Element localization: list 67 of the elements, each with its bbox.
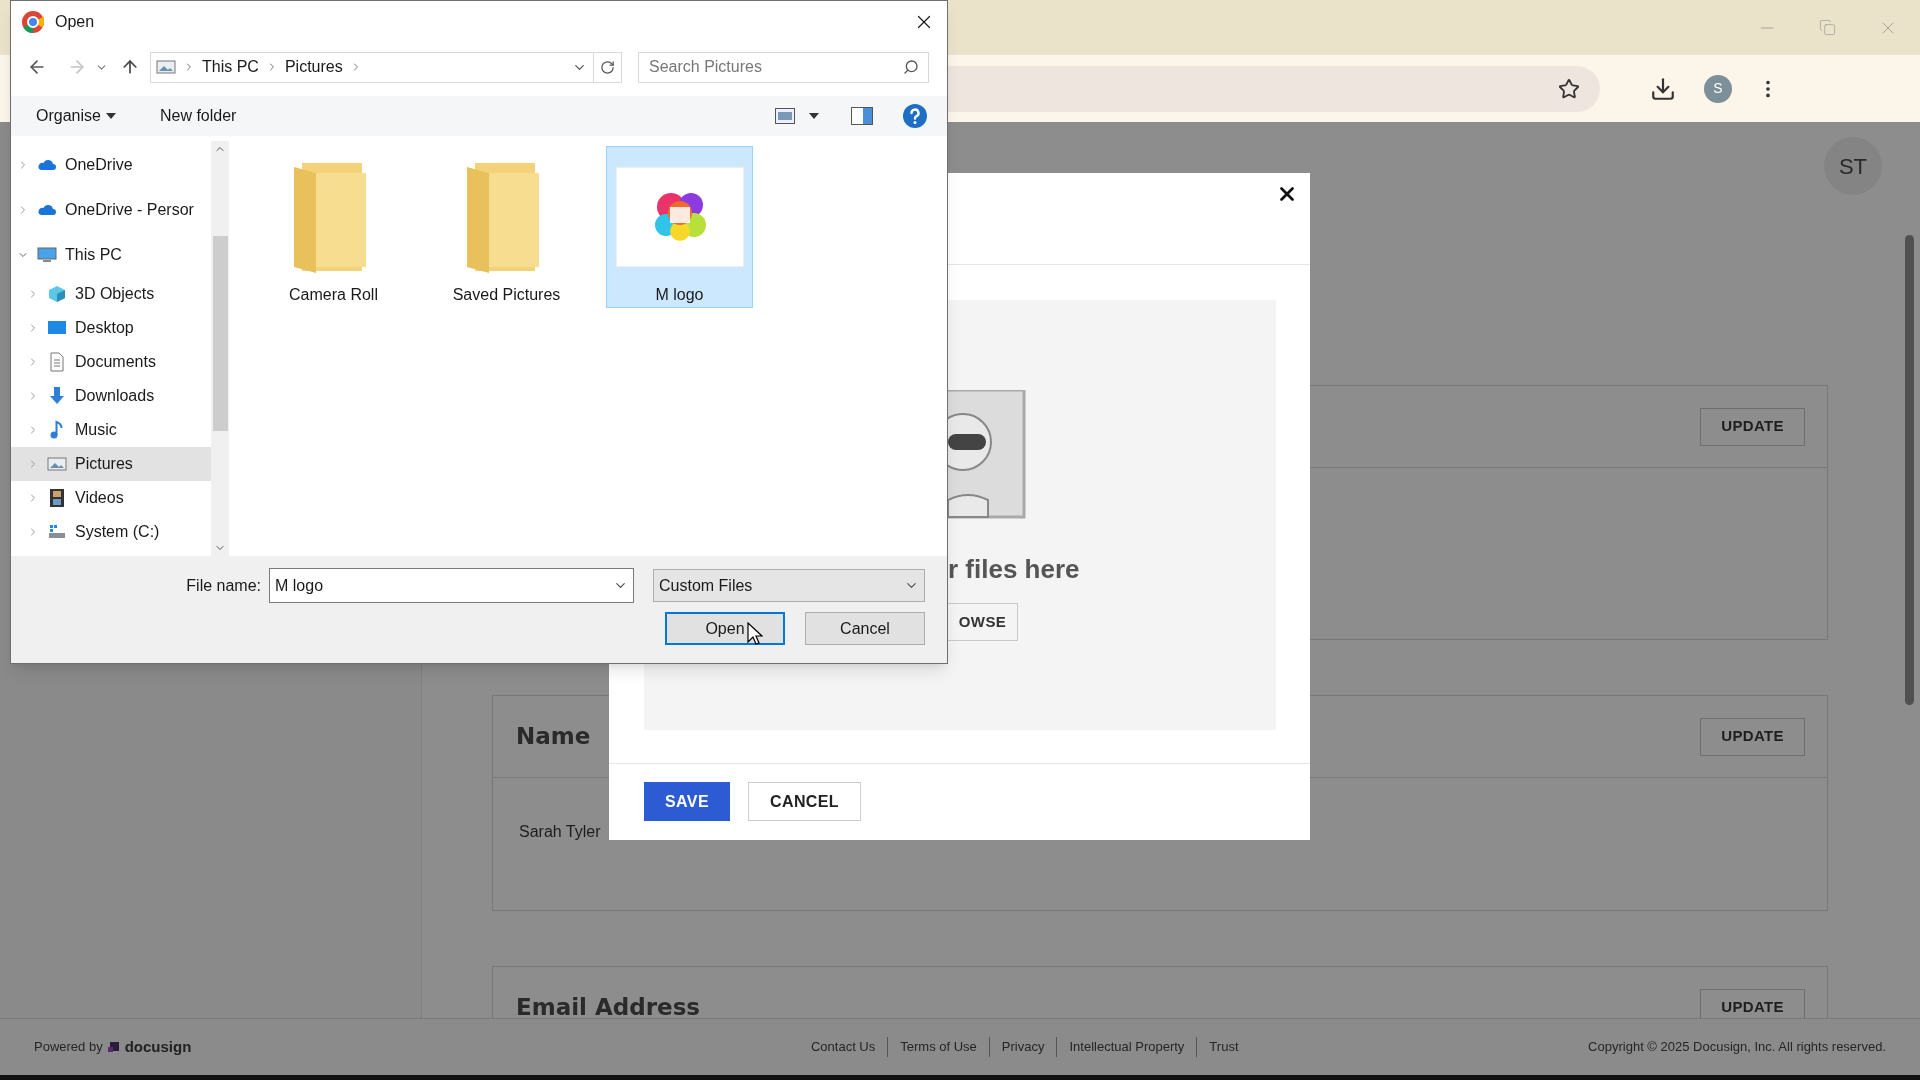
computer-icon xyxy=(37,244,57,265)
sidebar-item[interactable]: Desktop xyxy=(11,311,211,345)
brand-name: docusign xyxy=(124,1036,192,1057)
sidebar-item[interactable]: Music xyxy=(11,413,211,447)
scrollbar[interactable] xyxy=(211,141,229,556)
file-name: Saved Pictures xyxy=(452,285,561,305)
drop-text: r files here xyxy=(948,553,1080,586)
pictures-icon xyxy=(156,57,176,77)
window-title: Open xyxy=(55,12,95,32)
footer-link[interactable]: Terms of Use xyxy=(887,1037,989,1057)
search-field[interactable]: Search Pictures xyxy=(638,51,929,83)
open-button[interactable]: Open xyxy=(665,612,785,645)
sidebar-item[interactable]: Downloads xyxy=(11,379,211,413)
file-type-select[interactable]: Custom Files xyxy=(653,569,925,602)
sidebar-item[interactable]: Pictures xyxy=(11,447,211,481)
address-field[interactable]: This PC Pictures xyxy=(150,51,622,83)
file-name: Camera Roll xyxy=(289,285,378,305)
cancel-button[interactable]: CANCEL xyxy=(748,782,862,821)
file-name-field[interactable]: M logo xyxy=(269,568,634,603)
folder-tile[interactable]: Camera Roll xyxy=(260,146,407,308)
card-title: Name xyxy=(516,722,591,752)
app-icon xyxy=(21,10,45,34)
save-button[interactable]: SAVE xyxy=(644,782,730,821)
pictures-icon xyxy=(47,454,67,474)
cube-icon xyxy=(47,284,67,304)
search-icon xyxy=(903,58,919,75)
restore-icon[interactable] xyxy=(1819,19,1836,36)
new-folder-button[interactable]: New folder xyxy=(159,104,237,128)
scrollbar[interactable] xyxy=(1905,235,1914,705)
breadcrumb-item[interactable]: This PC xyxy=(202,55,259,79)
sidebar-item[interactable]: This PC xyxy=(11,232,211,277)
sidebar-item[interactable]: 3D Objects xyxy=(11,277,211,311)
footer-link[interactable]: Privacy xyxy=(988,1037,1057,1057)
sidebar-item[interactable]: OneDrive xyxy=(11,142,211,187)
update-button[interactable]: UPDATE xyxy=(1700,717,1805,756)
update-button[interactable]: UPDATE xyxy=(1700,407,1805,446)
view-icon[interactable] xyxy=(775,108,795,124)
footer-link[interactable]: Contact Us xyxy=(798,1037,888,1057)
download-icon[interactable] xyxy=(1650,75,1676,102)
name-value: Sarah Tyler xyxy=(519,822,601,842)
film-icon xyxy=(47,488,67,508)
download-icon xyxy=(47,386,67,406)
footer-link[interactable]: Trust xyxy=(1196,1037,1251,1057)
view-dropdown-icon[interactable] xyxy=(809,113,819,119)
refresh-icon xyxy=(600,59,615,75)
document-icon xyxy=(47,352,67,372)
organise-menu-button[interactable]: Organise xyxy=(36,104,116,128)
file-name-label: File name: xyxy=(185,575,262,596)
preview-pane-icon[interactable] xyxy=(851,107,873,125)
powered-by-text: Powered by xyxy=(34,1038,103,1057)
help-icon[interactable] xyxy=(903,104,927,128)
pointer-icon xyxy=(747,622,763,646)
file-tile[interactable]: M logo xyxy=(606,146,753,308)
caret-icon xyxy=(105,113,116,119)
star-icon[interactable] xyxy=(1558,77,1580,100)
sidebar-item[interactable]: OneDrive - Persor xyxy=(11,187,211,232)
breadcrumb-item[interactable]: Pictures xyxy=(284,55,343,79)
card-title: Email Address xyxy=(516,993,701,1018)
footer-link[interactable]: Intellectual Property xyxy=(1056,1037,1197,1057)
sidebar-item[interactable]: Documents xyxy=(11,345,211,379)
copyright-text: Copyright © 2025 Docusign, Inc. All rights reserved. xyxy=(1588,1038,1886,1057)
sidebar-item[interactable]: System (C:) xyxy=(11,515,211,549)
avatar[interactable]: ST xyxy=(1824,137,1882,195)
cancel-button[interactable]: Cancel xyxy=(805,612,925,645)
sidebar-item[interactable]: Videos xyxy=(11,481,211,515)
logo-icon xyxy=(107,1041,120,1053)
folder-tile[interactable]: Saved Pictures xyxy=(433,146,580,308)
